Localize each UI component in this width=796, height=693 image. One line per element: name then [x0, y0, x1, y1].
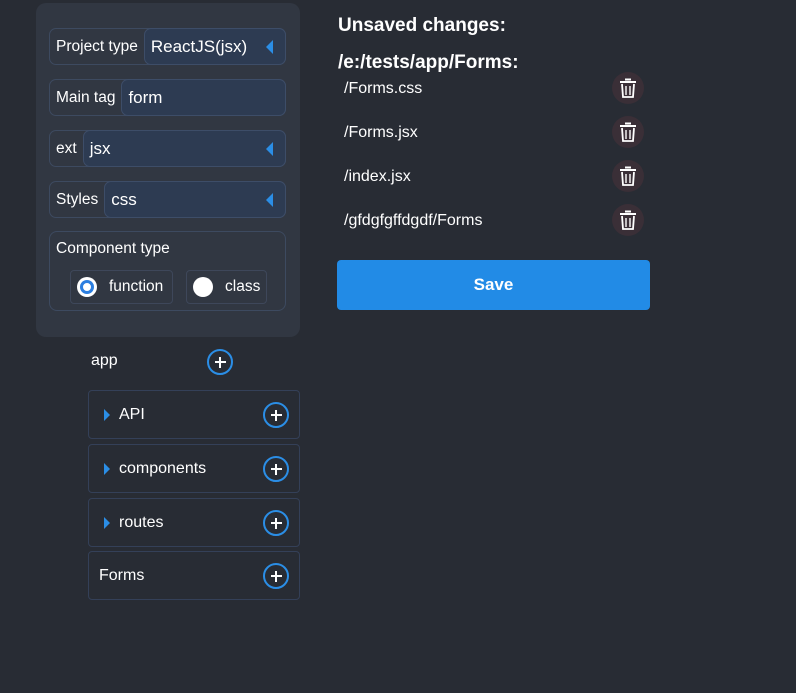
tree-item-components[interactable]: components: [88, 444, 300, 493]
change-row: /Forms.jsx: [344, 116, 644, 160]
caret-left-icon: [266, 39, 273, 54]
save-button[interactable]: Save: [337, 260, 650, 310]
settings-panel: Project type ReactJS(jsx) Main tag form …: [36, 3, 300, 337]
change-row: /index.jsx: [344, 160, 644, 204]
caret-left-icon: [266, 192, 273, 207]
trash-icon: [620, 122, 636, 142]
main-tag-value: form: [128, 87, 163, 107]
changed-file-name: /index.jsx: [344, 168, 411, 185]
delete-change-button[interactable]: [612, 160, 644, 192]
change-row: /gfdgfgffdgdf/Forms: [344, 204, 644, 248]
project-type-label: Project type: [56, 37, 138, 55]
change-row: /Forms.css: [344, 72, 644, 116]
add-to-routes-button[interactable]: [263, 510, 289, 536]
ext-value: jsx: [89, 138, 111, 158]
ext-field: ext jsx: [49, 130, 286, 167]
changed-file-name: /Forms.css: [344, 80, 423, 97]
main-tag-label: Main tag: [56, 88, 116, 106]
project-type-select[interactable]: ReactJS(jsx): [143, 28, 286, 65]
tree-item-label: components: [119, 460, 207, 477]
add-to-components-button[interactable]: [263, 456, 289, 482]
styles-field: Styles css: [49, 181, 286, 218]
trash-icon: [620, 166, 636, 186]
styles-label: Styles: [56, 190, 99, 208]
trash-icon: [620, 210, 636, 230]
trash-icon: [620, 78, 636, 98]
delete-change-button[interactable]: [612, 72, 644, 104]
delete-change-button[interactable]: [612, 116, 644, 148]
ext-label: ext: [56, 139, 77, 157]
add-root-button[interactable]: [207, 349, 233, 375]
changed-file-name: /gfdgfgffdgdf/Forms: [344, 212, 483, 229]
radio-function[interactable]: function: [70, 270, 173, 304]
radio-class[interactable]: class: [186, 270, 267, 304]
tree-item-routes[interactable]: routes: [88, 498, 300, 547]
styles-select[interactable]: css: [104, 181, 286, 218]
add-to-api-button[interactable]: [263, 402, 289, 428]
main-tag-input[interactable]: form: [121, 79, 286, 116]
tree-root-label[interactable]: app: [91, 352, 118, 370]
radio-checked-icon: [77, 277, 97, 297]
caret-right-icon[interactable]: [104, 463, 110, 475]
tree-item-api[interactable]: API: [88, 390, 300, 439]
caret-left-icon: [266, 141, 273, 156]
styles-value: css: [111, 189, 137, 209]
component-type-title: Component type: [56, 240, 170, 257]
radio-unchecked-icon: [193, 277, 213, 297]
caret-right-icon[interactable]: [104, 409, 110, 421]
radio-function-label: function: [109, 278, 164, 295]
tree-item-label: API: [119, 406, 145, 423]
ext-select[interactable]: jsx: [82, 130, 286, 167]
add-to-forms-button[interactable]: [263, 563, 289, 589]
tree-item-label: routes: [119, 514, 164, 531]
component-type-group: Component type function class: [49, 231, 286, 311]
caret-right-icon[interactable]: [104, 517, 110, 529]
project-type-field: Project type ReactJS(jsx): [49, 28, 286, 65]
project-type-value: ReactJS(jsx): [150, 36, 248, 56]
main-tag-field: Main tag form: [49, 79, 286, 116]
tree-item-label: Forms: [99, 567, 145, 584]
radio-class-label: class: [225, 278, 261, 295]
changes-path: /e:/tests/app/Forms:: [338, 52, 519, 73]
delete-change-button[interactable]: [612, 204, 644, 236]
tree-item-forms[interactable]: Forms: [88, 551, 300, 600]
changed-file-name: /Forms.jsx: [344, 124, 418, 141]
unsaved-changes-title: Unsaved changes:: [338, 15, 506, 36]
